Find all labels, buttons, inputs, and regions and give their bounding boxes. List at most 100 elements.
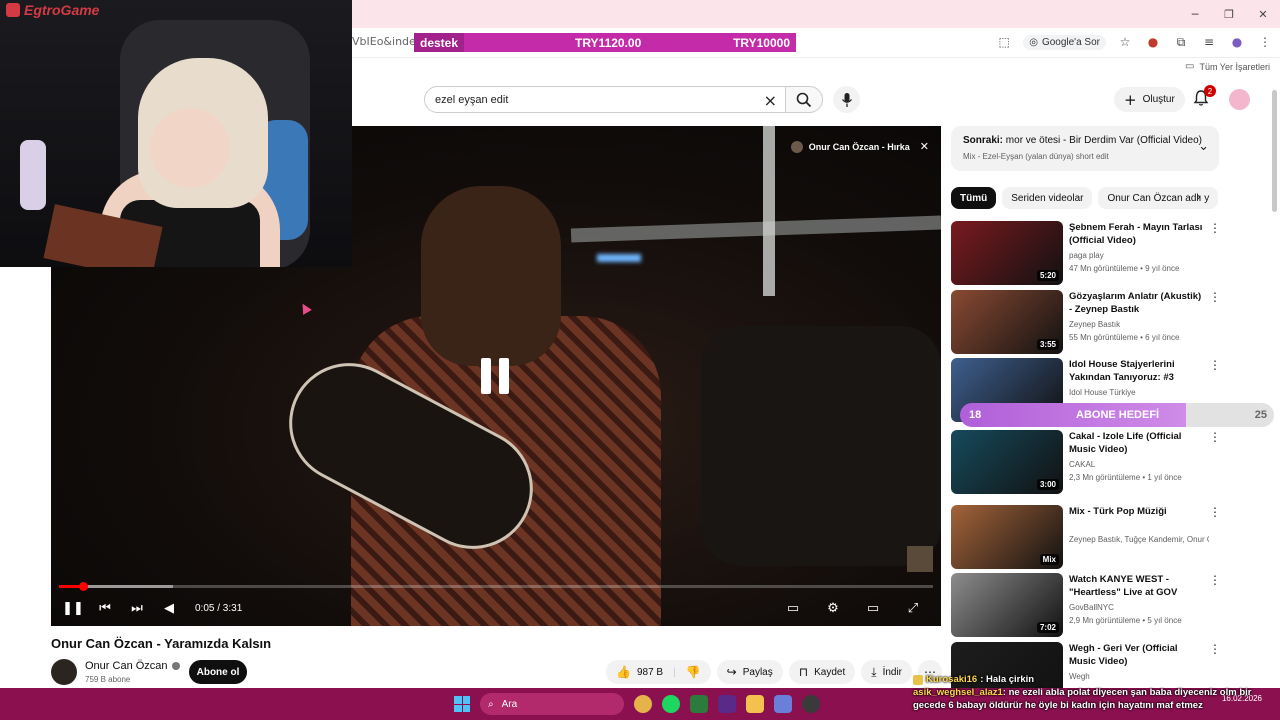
recommendation-channel[interactable]: Zeynep Bastık bbox=[1069, 320, 1209, 329]
video-thumbnail[interactable]: 3:55 bbox=[951, 290, 1063, 354]
stream-logo: EgtroGame bbox=[6, 2, 99, 18]
app-icon[interactable] bbox=[690, 695, 708, 713]
channel-avatar[interactable] bbox=[51, 659, 77, 685]
download-button[interactable]: ⤓ İndir bbox=[861, 660, 913, 684]
create-button[interactable]: + Oluştur bbox=[1114, 87, 1185, 112]
chevron-down-icon[interactable]: ⌄ bbox=[1198, 139, 1209, 154]
recommendation-item[interactable]: Mix Mix - Türk Pop Müziği Zeynep Bastık, T… bbox=[951, 505, 1221, 569]
like-button[interactable]: 👍 987 B | 👎 bbox=[606, 660, 711, 684]
all-bookmarks-button[interactable]: ▭ Tüm Yer İşaretleri bbox=[1185, 61, 1270, 72]
more-vertical-icon[interactable]: ⋮ bbox=[1209, 221, 1221, 235]
up-next-title: mor ve ötesi - Bir Derdim Var (Official … bbox=[1005, 135, 1202, 146]
notifications-button[interactable]: 2 bbox=[1192, 85, 1216, 109]
recommendation-channel[interactable]: Zeynep Bastık, Tuğçe Kandemir, Onur Ca..… bbox=[1069, 535, 1209, 544]
extension-badge-icon[interactable]: ● bbox=[1144, 33, 1162, 51]
microphone-icon bbox=[841, 92, 852, 107]
media-queue-icon[interactable]: ≡ bbox=[1200, 33, 1218, 51]
recommendation-meta: 55 Mn görüntüleme • 6 yıl önce bbox=[1069, 333, 1180, 342]
chip-all[interactable]: Tümü bbox=[951, 187, 997, 209]
app-next-icon[interactable] bbox=[718, 695, 736, 713]
app-game-icon[interactable] bbox=[774, 695, 792, 713]
thumbs-down-icon[interactable]: 👎 bbox=[686, 665, 701, 679]
spotify-icon[interactable] bbox=[662, 695, 680, 713]
channel-name[interactable]: Onur Can Özcan bbox=[85, 660, 180, 672]
recommendation-title[interactable]: Mix - Türk Pop Müziği bbox=[1069, 505, 1205, 518]
voice-search-button[interactable] bbox=[833, 86, 860, 113]
donation-goal: TRY10000 bbox=[733, 35, 790, 50]
chrome-icon[interactable] bbox=[634, 695, 652, 713]
settings-icon[interactable]: ⚙ bbox=[817, 596, 849, 620]
recommendation-item[interactable]: 7:02 Watch KANYE WEST - "Heartless" Live … bbox=[951, 573, 1221, 637]
progress-bar[interactable] bbox=[59, 582, 933, 591]
fullscreen-icon[interactable]: ⤢ bbox=[897, 596, 929, 620]
progress-scrubber[interactable] bbox=[78, 582, 88, 591]
extensions-icon[interactable]: ⧉ bbox=[1172, 33, 1190, 51]
more-vertical-icon[interactable]: ⋮ bbox=[1209, 358, 1221, 372]
recommendation-title[interactable]: Watch KANYE WEST - "Heartless" Live at G… bbox=[1069, 573, 1205, 600]
recommendation-channel[interactable]: GovBallNYC bbox=[1069, 603, 1209, 612]
theater-mode-icon[interactable]: ▭ bbox=[857, 596, 889, 620]
recommendation-item[interactable]: 5:20 Şebnem Ferah - Mayın Tarlası (Offici… bbox=[951, 221, 1221, 285]
video-thumbnail[interactable]: Mix bbox=[951, 505, 1063, 569]
save-button[interactable]: ⊓ Kaydet bbox=[788, 660, 856, 684]
bookmark-star-icon[interactable]: ☆ bbox=[1116, 33, 1134, 51]
share-button[interactable]: ↪ Paylaş bbox=[716, 660, 783, 684]
page-scrollbar[interactable] bbox=[1272, 90, 1277, 212]
browser-menu-icon[interactable]: ⋮ bbox=[1256, 33, 1274, 51]
pause-icon[interactable]: ❚❚ bbox=[57, 596, 89, 620]
subtitles-icon[interactable]: ▭ bbox=[777, 596, 809, 620]
duration-badge: 3:00 bbox=[1036, 479, 1059, 490]
webcam-overlay: EgtroGame bbox=[0, 0, 352, 267]
obs-icon[interactable] bbox=[802, 695, 820, 713]
volume-icon[interactable]: ◀ bbox=[153, 596, 185, 620]
recommendation-title[interactable]: Cakal - Izole Life (Official Music Video… bbox=[1069, 430, 1205, 456]
recommendation-title[interactable]: Wegh - Geri Ver (Official Music Video) bbox=[1069, 642, 1205, 668]
up-next-line: Sonraki: mor ve ötesi - Bir Derdim Var (… bbox=[963, 135, 1202, 146]
close-icon[interactable]: ✕ bbox=[920, 140, 929, 153]
endscreen-thumbnail[interactable] bbox=[907, 546, 933, 572]
more-vertical-icon[interactable]: ⋮ bbox=[1209, 573, 1221, 587]
up-next-panel[interactable]: Sonraki: mor ve ötesi - Bir Derdim Var (… bbox=[951, 126, 1219, 171]
recommendation-title[interactable]: Gözyaşlarım Anlatır (Akustik) - Zeynep B… bbox=[1069, 290, 1205, 316]
chat-badge-icon bbox=[913, 674, 923, 685]
video-title-overlay[interactable]: Onur Can Özcan - Hırka ✕ bbox=[790, 140, 929, 153]
recommendation-title[interactable]: Idol House Stajyerlerini Yakından Tanıyo… bbox=[1069, 358, 1205, 385]
windows-start-icon[interactable] bbox=[454, 696, 470, 712]
recommendation-channel[interactable]: CAKAL bbox=[1069, 460, 1209, 469]
recommendation-title[interactable]: Şebnem Ferah - Mayın Tarlası (Official V… bbox=[1069, 221, 1205, 247]
video-frame-window bbox=[763, 126, 775, 296]
pause-overlay-icon[interactable] bbox=[481, 358, 509, 394]
clear-search-icon[interactable]: × bbox=[764, 91, 777, 110]
subscribe-button[interactable]: Abone ol bbox=[189, 660, 247, 684]
more-vertical-icon[interactable]: ⋮ bbox=[1209, 290, 1221, 304]
previous-icon[interactable]: ⏮ bbox=[89, 596, 121, 620]
next-icon[interactable]: ⏭ bbox=[121, 596, 153, 620]
recommendation-item[interactable]: 3:00 Cakal - Izole Life (Official Music V… bbox=[951, 430, 1221, 494]
restore-icon[interactable]: ❐ bbox=[1212, 0, 1246, 28]
install-app-icon[interactable]: ⬚ bbox=[995, 33, 1013, 51]
video-thumbnail[interactable]: 3:00 bbox=[951, 430, 1063, 494]
file-explorer-icon[interactable] bbox=[746, 695, 764, 713]
more-vertical-icon[interactable]: ⋮ bbox=[1209, 642, 1221, 656]
more-vertical-icon[interactable]: ⋮ bbox=[1209, 430, 1221, 444]
video-thumbnail[interactable]: 7:02 bbox=[951, 573, 1063, 637]
recommendation-item[interactable]: 3:55 Gözyaşlarım Anlatır (Akustik) - Zeyn… bbox=[951, 290, 1221, 354]
donation-label: destek bbox=[414, 33, 465, 52]
google-ask-button[interactable]: ◎ Google'a Sor bbox=[1023, 34, 1106, 50]
subscriber-count: 759 B abone bbox=[85, 675, 131, 684]
minimize-icon[interactable]: ─ bbox=[1178, 0, 1212, 28]
all-bookmarks-label: Tüm Yer İşaretleri bbox=[1199, 61, 1270, 72]
profile-icon[interactable]: ● bbox=[1228, 33, 1246, 51]
recommendation-channel[interactable]: Idol House Türkiye bbox=[1069, 388, 1209, 397]
recommendation-meta: 2,3 Mn görüntüleme • 1 yıl önce bbox=[1069, 473, 1182, 482]
search-button[interactable] bbox=[785, 86, 823, 113]
close-icon[interactable]: ✕ bbox=[1246, 0, 1280, 28]
recommendation-channel[interactable]: paga play bbox=[1069, 251, 1209, 260]
chip-series[interactable]: Seriden videolar bbox=[1002, 187, 1093, 209]
taskbar-search[interactable]: ⌕ Ara bbox=[480, 693, 624, 715]
video-thumbnail[interactable]: 5:20 bbox=[951, 221, 1063, 285]
search-input[interactable]: ezel eyşan edit × bbox=[424, 86, 786, 113]
chevron-right-icon[interactable]: › bbox=[1196, 190, 1201, 205]
account-avatar[interactable] bbox=[1229, 89, 1250, 110]
more-vertical-icon[interactable]: ⋮ bbox=[1209, 505, 1221, 519]
